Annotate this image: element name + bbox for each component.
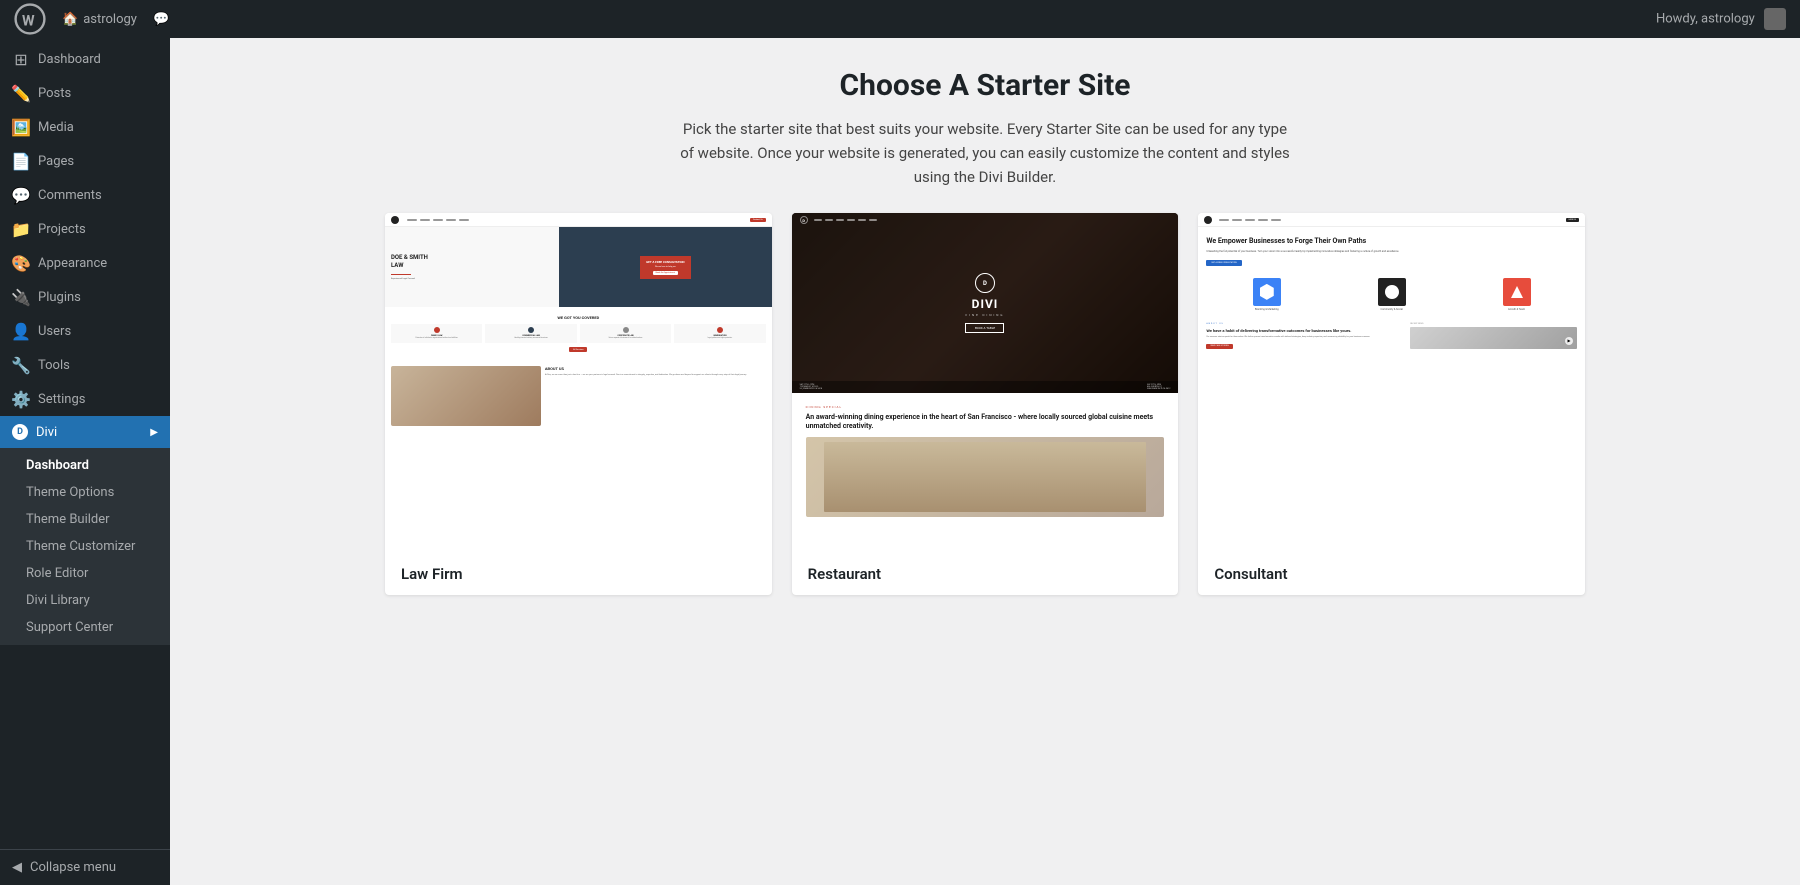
dashboard-icon: ⊞ <box>12 50 30 68</box>
sidebar-item-projects[interactable]: 📁 Projects <box>0 212 170 246</box>
sidebar-nav: ⊞ Dashboard ✏️ Posts 🖼️ Media 📄 Pages 💬 … <box>0 38 170 849</box>
admin-top-bar: W 🏠 astrology 💬 0 + New <box>0 0 170 38</box>
cons-shape-growth: Growth & Team <box>1456 278 1577 311</box>
sidebar-item-media[interactable]: 🖼️ Media <box>0 110 170 144</box>
law-firm-preview-image: Contact Us DOE & SMITHLAW Experienced Le… <box>385 213 772 553</box>
rest-content: DINING SPECIAL An award-winning dining e… <box>792 393 1179 553</box>
cons-shape-community: Community & Social <box>1331 278 1452 311</box>
settings-icon: ⚙️ <box>12 390 30 408</box>
lf-hero: DOE & SMITHLAW Experienced Legal Counsel… <box>385 227 772 307</box>
divi-submenu: Dashboard Theme Options Theme Builder Th… <box>0 448 170 645</box>
posts-icon: ✏️ <box>12 84 30 102</box>
restaurant-preview-image: D D <box>792 213 1179 553</box>
cons-about-text: ABOUT US We have a habit of delivering t… <box>1206 323 1402 349</box>
content-area: Choose A Starter Site Pick the starter s… <box>170 38 1800 885</box>
page-description: Pick the starter site that best suits yo… <box>675 117 1295 189</box>
lf-card-2: COMMERCIAL LAW Handling financial matter… <box>485 324 576 343</box>
rest-logo: D DIVI FINE DINING BOOK A TABLE <box>965 273 1004 333</box>
lf-nav-links <box>407 219 469 221</box>
divi-submenu-theme-customizer[interactable]: Theme Customizer <box>0 533 170 560</box>
plugins-icon: 🔌 <box>12 288 30 306</box>
divi-icon: D <box>12 424 28 440</box>
divi-arrow: ▶ <box>150 427 158 438</box>
comments-link[interactable]: 💬 0 <box>153 12 170 27</box>
collapse-icon: ◀ <box>12 860 22 875</box>
divi-submenu-support-center[interactable]: Support Center <box>0 614 170 641</box>
svg-text:W: W <box>22 12 35 29</box>
cons-logo <box>1204 216 1212 224</box>
projects-icon: 📁 <box>12 220 30 238</box>
cons-about-img: RECENT NEWS ▶ <box>1410 323 1577 349</box>
users-icon: 👤 <box>12 322 30 340</box>
sidebar-item-pages[interactable]: 📄 Pages <box>0 144 170 178</box>
consultant-label: Consultant <box>1198 553 1585 595</box>
site-card-restaurant[interactable]: D D <box>792 213 1179 595</box>
site-card-law-firm[interactable]: Contact Us DOE & SMITHLAW Experienced Le… <box>385 213 772 595</box>
comment-icon: 💬 <box>153 12 169 27</box>
divi-submenu-divi-library[interactable]: Divi Library <box>0 587 170 614</box>
rest-table-image <box>806 437 1165 517</box>
cons-nav: HIRE US <box>1198 213 1585 227</box>
lf-hero-left: DOE & SMITHLAW Experienced Legal Counsel <box>385 227 559 307</box>
sidebar-item-plugins[interactable]: 🔌 Plugins <box>0 280 170 314</box>
sidebar-item-dashboard[interactable]: ⊞ Dashboard <box>0 42 170 76</box>
lf-section: WE GOT YOU COVERED FAMILY LAW Protection… <box>385 307 772 360</box>
lf-nav: Contact Us <box>385 213 772 227</box>
cons-shape-branding: Branding & Marketing <box>1206 278 1327 311</box>
rest-hero: D D <box>792 213 1179 393</box>
cons-shapes: Branding & Marketing Community & Social <box>1198 272 1585 317</box>
howdy-greeting: Howdy, astrology <box>1656 8 1786 30</box>
lf-card-3: CORPORATE LAW Various aspects of busines… <box>580 324 671 343</box>
sidebar-item-tools[interactable]: 🔧 Tools <box>0 348 170 382</box>
lf-hero-title: DOE & SMITHLAW <box>391 254 553 270</box>
lf-hero-right: GET A FREE CONSULTATION We are here to h… <box>559 227 772 307</box>
lf-about-text: ABOUT US At Doe, we are more than just a… <box>545 366 766 426</box>
appearance-icon: 🎨 <box>12 254 30 272</box>
tools-icon: 🔧 <box>12 356 30 374</box>
lf-logo <box>391 216 399 224</box>
media-icon: 🖼️ <box>12 118 30 136</box>
site-card-consultant[interactable]: HIRE US We Empower Businesses to Forge T… <box>1198 213 1585 595</box>
main-wrapper: Howdy, astrology Choose A Starter Site P… <box>170 0 1800 885</box>
cons-hero: We Empower Businesses to Forge Their Own… <box>1198 227 1585 272</box>
comments-icon: 💬 <box>12 186 30 204</box>
wp-logo-link[interactable]: W <box>14 3 46 35</box>
consultant-preview-image: HIRE US We Empower Businesses to Forge T… <box>1198 213 1585 553</box>
sidebar-item-divi[interactable]: D Divi ▶ <box>0 416 170 448</box>
sidebar-item-settings[interactable]: ⚙️ Settings <box>0 382 170 416</box>
starter-sites-grid: Contact Us DOE & SMITHLAW Experienced Le… <box>385 213 1585 595</box>
sidebar-item-users[interactable]: 👤 Users <box>0 314 170 348</box>
site-name-link[interactable]: 🏠 astrology <box>62 12 137 27</box>
cons-nav-links <box>1219 219 1281 221</box>
page-heading: Choose A Starter Site Pick the starter s… <box>190 68 1780 189</box>
lf-cards: FAMILY LAW Protection of individual or o… <box>391 324 766 343</box>
restaurant-label: Restaurant <box>792 553 1179 595</box>
divi-submenu-theme-options[interactable]: Theme Options <box>0 479 170 506</box>
divi-submenu-role-editor[interactable]: Role Editor <box>0 560 170 587</box>
page-title: Choose A Starter Site <box>190 68 1780 103</box>
sidebar-item-comments[interactable]: 💬 Comments <box>0 178 170 212</box>
law-firm-label: Law Firm <box>385 553 772 595</box>
lf-card-4: IMMIGRATION Legal guidance and rights pr… <box>674 324 765 343</box>
home-icon: 🏠 <box>62 12 78 27</box>
sidebar-item-appearance[interactable]: 🎨 Appearance <box>0 246 170 280</box>
pages-icon: 📄 <box>12 152 30 170</box>
lf-card-1: FAMILY LAW Protection of individual or o… <box>391 324 482 343</box>
main-admin-bar: Howdy, astrology <box>170 0 1800 38</box>
lf-cta-box: GET A FREE CONSULTATION We are here to h… <box>640 256 690 279</box>
lf-contact-btn: Contact Us <box>750 218 766 222</box>
cons-hire-btn: HIRE US <box>1566 218 1579 222</box>
lf-about: ABOUT US At Doe, we are more than just a… <box>385 360 772 432</box>
user-avatar <box>1764 8 1786 30</box>
cons-about: ABOUT US We have a habit of delivering t… <box>1198 317 1585 355</box>
divi-submenu-theme-builder[interactable]: Theme Builder <box>0 506 170 533</box>
collapse-menu-button[interactable]: ◀ Collapse menu <box>0 849 170 885</box>
sidebar-item-posts[interactable]: ✏️ Posts <box>0 76 170 110</box>
divi-submenu-dashboard[interactable]: Dashboard <box>0 452 170 479</box>
sidebar: W 🏠 astrology 💬 0 + New ⊞ Dashboard ✏️ P… <box>0 0 170 885</box>
